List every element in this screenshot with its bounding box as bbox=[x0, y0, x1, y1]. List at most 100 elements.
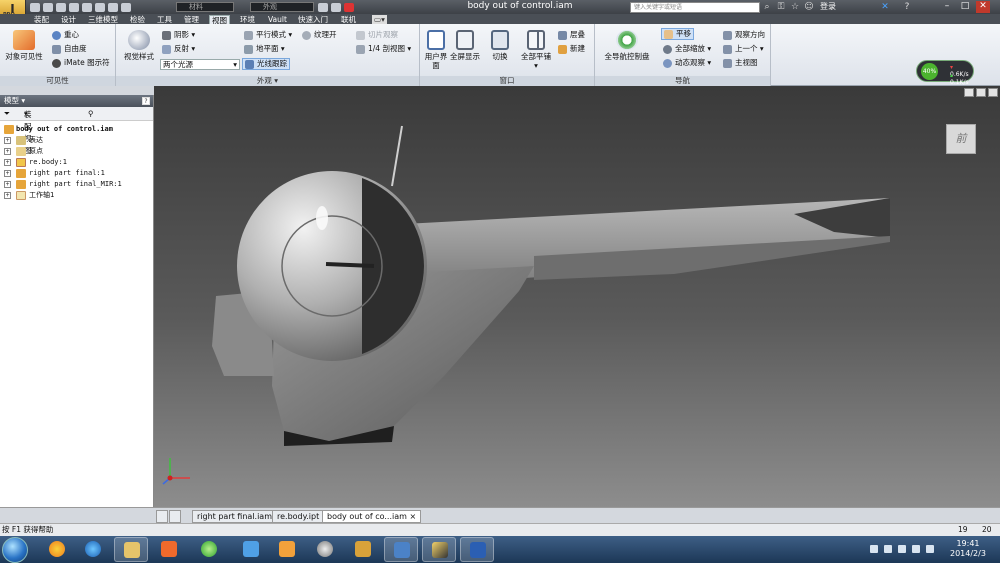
ribbon-toggle-icon[interactable]: ▭▾ bbox=[372, 15, 387, 24]
tile-all-button[interactable]: 全部平铺 ▾ bbox=[518, 30, 554, 70]
previous-view-button[interactable]: 上一个 ▾ bbox=[723, 44, 764, 54]
new-icon[interactable] bbox=[30, 2, 40, 12]
taskbar-app-360[interactable] bbox=[192, 537, 226, 562]
ground-plane-button[interactable]: 地平面 ▾ bbox=[244, 44, 285, 54]
taskbar-app-feiq[interactable] bbox=[234, 537, 268, 562]
expand-icon[interactable]: + bbox=[4, 192, 11, 199]
tray-volume-icon[interactable] bbox=[926, 545, 934, 553]
assembly-view-dropdown[interactable]: 装配视图 ▾ bbox=[24, 108, 32, 155]
tree-item-right-part-mirror[interactable]: + right part final_MIR:1 bbox=[0, 179, 153, 190]
tray-flag-icon[interactable] bbox=[884, 545, 892, 553]
taskbar-app-video[interactable] bbox=[308, 537, 342, 562]
open-icon[interactable] bbox=[43, 2, 53, 12]
tree-root[interactable]: body out of control.iam bbox=[0, 124, 153, 135]
undo-icon[interactable] bbox=[69, 2, 79, 12]
quarter-section-button[interactable]: 1/4 剖视图 ▾ bbox=[356, 44, 411, 54]
taskbar-app-inventor[interactable] bbox=[422, 537, 456, 562]
find-icon[interactable]: ⚲ bbox=[88, 108, 94, 120]
tree-item-re-body[interactable]: + re.body:1 bbox=[0, 157, 153, 168]
tab-inspect[interactable]: 检验 bbox=[128, 15, 147, 24]
expand-icon[interactable]: + bbox=[4, 159, 11, 166]
update-icon[interactable] bbox=[121, 2, 131, 12]
perspective-button[interactable]: 平行模式 ▾ bbox=[244, 30, 292, 40]
select-icon[interactable] bbox=[108, 2, 118, 12]
close-icon[interactable]: × bbox=[409, 512, 416, 521]
tray-device-icon[interactable] bbox=[898, 545, 906, 553]
slice-graphics-button[interactable]: 切片观察 bbox=[356, 30, 398, 40]
taskbar-app-game[interactable] bbox=[346, 537, 380, 562]
look-at-button[interactable]: 观察方向 bbox=[723, 30, 765, 40]
tab-manage[interactable]: 管理 bbox=[182, 15, 201, 24]
new-window-button[interactable]: 新建 bbox=[558, 44, 585, 54]
switch-window-button[interactable]: 切换 bbox=[486, 30, 514, 61]
imate-glyph-button[interactable]: iMate 图示符 bbox=[52, 58, 110, 68]
help-icon[interactable]: ? bbox=[902, 2, 912, 12]
maximize-button[interactable]: □ bbox=[958, 1, 972, 13]
center-of-gravity-button[interactable]: 重心 bbox=[52, 30, 79, 40]
shadows-button[interactable]: 阴影 ▾ bbox=[162, 30, 195, 40]
tab-environments[interactable]: 环境 bbox=[238, 15, 257, 24]
tab-online[interactable]: 联机 bbox=[339, 15, 358, 24]
user-icon[interactable]: ☺ bbox=[804, 2, 814, 12]
subscription-icon[interactable]: ⚿ bbox=[776, 2, 786, 12]
tray-network-icon[interactable] bbox=[912, 545, 920, 553]
doc-tab-right-part-final[interactable]: right part final.iam bbox=[192, 510, 277, 523]
tab-design[interactable]: 设计 bbox=[59, 15, 78, 24]
doc-tab-body-out-of-control[interactable]: body out of co...iam × bbox=[322, 510, 422, 523]
tree-item-representations[interactable]: + 表达 bbox=[0, 135, 153, 146]
full-screen-button[interactable]: 全屏显示 bbox=[448, 30, 482, 61]
return-icon[interactable] bbox=[95, 2, 105, 12]
visual-style-button[interactable]: 视觉样式 bbox=[122, 30, 156, 61]
tab-3d-model[interactable]: 三维模型 bbox=[86, 15, 120, 24]
search-icon[interactable]: ⌕ bbox=[762, 2, 772, 12]
object-visibility-button[interactable]: 对象可见性 bbox=[4, 30, 44, 61]
reflection-button[interactable]: 反射 ▾ bbox=[162, 44, 195, 54]
appearance-dropdown[interactable]: 外观 bbox=[250, 2, 314, 12]
minimize-button[interactable]: – bbox=[940, 1, 954, 13]
user-interface-button[interactable]: 用户界面 bbox=[424, 30, 448, 70]
close-button[interactable]: ✕ bbox=[976, 1, 990, 13]
doc-tab-re-body[interactable]: re.body.ipt bbox=[272, 510, 325, 523]
pan-button[interactable]: 平移 bbox=[661, 28, 694, 40]
expand-icon[interactable]: + bbox=[4, 170, 11, 177]
dof-button[interactable]: 自由度 bbox=[52, 44, 87, 54]
zoom-all-button[interactable]: 全部缩放 ▾ bbox=[663, 44, 711, 54]
tab-list-icon[interactable] bbox=[169, 510, 181, 523]
browser-header[interactable]: 模型 ▾ ? bbox=[0, 95, 153, 107]
save-icon[interactable] bbox=[56, 2, 66, 12]
exchange-icon[interactable]: ✕ bbox=[880, 2, 890, 12]
taskbar-app-thunder[interactable] bbox=[270, 537, 304, 562]
tab-view[interactable]: 视图 bbox=[209, 15, 230, 25]
taskbar-app-explorer[interactable] bbox=[114, 537, 148, 562]
tab-vault[interactable]: Vault bbox=[266, 15, 289, 24]
material-dropdown[interactable]: 材料 bbox=[176, 2, 234, 12]
expand-icon[interactable]: + bbox=[4, 148, 11, 155]
tree-item-work-axis[interactable]: + 工作轴1 bbox=[0, 190, 153, 201]
tab-tools[interactable]: 工具 bbox=[155, 15, 174, 24]
orbit-button[interactable]: 动态观察 ▾ bbox=[663, 58, 711, 68]
ray-tracing-button[interactable]: 光线跟踪 bbox=[242, 58, 290, 70]
tree-item-right-part-final[interactable]: + right part final:1 bbox=[0, 168, 153, 179]
start-button[interactable] bbox=[2, 537, 28, 563]
taskbar-app-word[interactable] bbox=[460, 537, 494, 562]
tab-assemble[interactable]: 装配 bbox=[32, 15, 51, 24]
taskbar-app-qq[interactable] bbox=[40, 537, 74, 562]
clear-override-icon[interactable] bbox=[318, 2, 328, 12]
texture-button[interactable]: 纹理开 bbox=[302, 30, 337, 40]
taskbar-app-media[interactable] bbox=[152, 537, 186, 562]
system-clock[interactable]: 19:41 2014/2/3 bbox=[950, 539, 986, 559]
steering-wheels-button[interactable]: 全导航控制盘 bbox=[599, 30, 655, 61]
tray-expand-icon[interactable] bbox=[870, 545, 878, 553]
taskbar-app-photos[interactable] bbox=[384, 537, 418, 562]
cascade-button[interactable]: 层叠 bbox=[558, 30, 585, 40]
expand-icon[interactable]: + bbox=[4, 137, 11, 144]
filter-icon[interactable]: ⏷ bbox=[4, 108, 10, 120]
search-input[interactable]: 键入关键字或短语 bbox=[630, 2, 760, 13]
expand-icon[interactable]: + bbox=[4, 181, 11, 188]
add-icon[interactable] bbox=[344, 2, 354, 12]
browser-help-icon[interactable]: ? bbox=[142, 97, 150, 105]
fx-icon[interactable] bbox=[331, 2, 341, 12]
graphics-viewport[interactable]: 前 bbox=[154, 86, 1000, 507]
redo-icon[interactable] bbox=[82, 2, 92, 12]
favorites-icon[interactable]: ☆ bbox=[790, 2, 800, 12]
